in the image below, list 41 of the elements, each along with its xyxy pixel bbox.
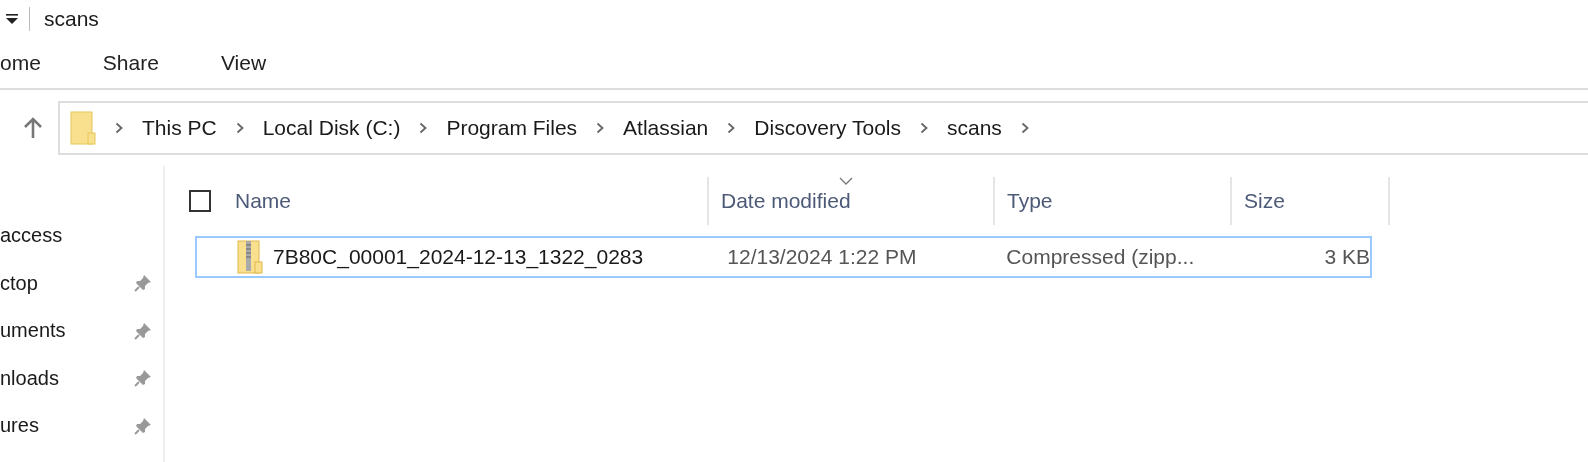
file-row[interactable]: 7B80C_00001_2024-12-13_1322_0283 12/13/2024 1:22 PM Compressed (zipp... 3 KB (195, 236, 1372, 278)
chevron-icon (115, 122, 123, 134)
sidebar-item[interactable]: access (0, 224, 63, 248)
breadcrumb-item[interactable]: This PC (142, 116, 217, 140)
breadcrumb-item[interactable]: Local Disk (C:) (262, 116, 401, 140)
file-type: Compressed (zipp... (1006, 245, 1195, 268)
chevron-icon (235, 122, 244, 134)
sidebar-item[interactable]: ures (0, 414, 39, 438)
column-header[interactable]: Type (1007, 189, 1053, 213)
pin-icon[interactable] (133, 368, 153, 389)
folder-icon (70, 111, 96, 145)
pin-icon[interactable] (133, 320, 153, 341)
sidebar-item[interactable]: ctop (0, 271, 38, 295)
select-all-checkbox[interactable] (189, 190, 211, 212)
breadcrumb-item[interactable]: scans (947, 116, 1002, 140)
file-name: 7B80C_00001_2024-12-13_1322_0283 (273, 245, 644, 269)
chevron-icon (419, 122, 428, 134)
sidebar-item[interactable]: uments (0, 319, 66, 343)
window-title: scans (44, 7, 99, 31)
ribbon-tab[interactable]: Share (102, 51, 159, 75)
chevron-icon (920, 122, 928, 134)
pin-icon[interactable] (133, 415, 153, 436)
up-arrow-icon[interactable] (22, 116, 44, 140)
address-bar[interactable]: This PC Local Disk (C:) Program Files Atlassian Discovery Tools scans (58, 101, 1588, 155)
breadcrumb-item[interactable]: Discovery Tools (754, 116, 901, 140)
breadcrumb-item[interactable]: Atlassian (623, 116, 709, 140)
ribbon-tab[interactable]: ome (0, 51, 41, 75)
ribbon-tab[interactable]: View (220, 51, 267, 75)
column-header[interactable]: Size (1244, 189, 1285, 213)
chevron-icon (727, 122, 736, 134)
column-header[interactable]: Date modified (721, 189, 851, 213)
date-modified: 12/13/2024 1:22 PM (727, 245, 917, 268)
chevron-icon (1020, 122, 1029, 134)
column-header[interactable]: Name (235, 189, 292, 213)
chevron-icon (596, 122, 605, 134)
sidebar-item[interactable]: nloads (0, 366, 59, 390)
dropdown-icon[interactable] (5, 13, 19, 25)
file-size: 3 KB (1324, 245, 1370, 268)
zip-folder-icon (237, 240, 263, 274)
pin-icon[interactable] (133, 273, 153, 294)
breadcrumb-item[interactable]: Program Files (446, 116, 578, 140)
